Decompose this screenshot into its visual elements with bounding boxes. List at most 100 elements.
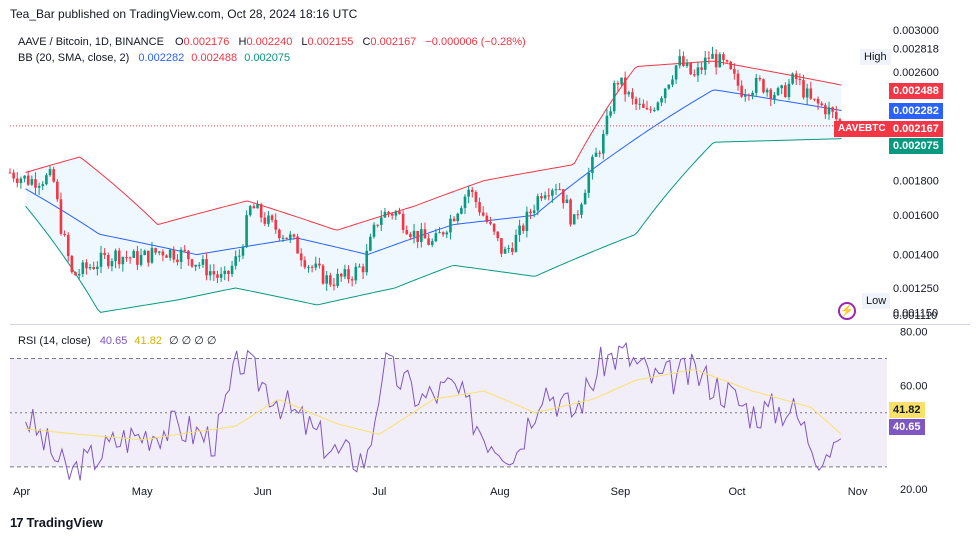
- candle-body: [656, 102, 660, 111]
- candle-body: [685, 62, 689, 66]
- candle-body: [605, 115, 609, 135]
- pane-divider[interactable]: [10, 324, 970, 325]
- candle-body: [485, 215, 489, 222]
- candle-body: [19, 178, 23, 184]
- candle-body: [420, 229, 423, 242]
- candle-body: [336, 273, 339, 286]
- rsi-axis-label: 60.00: [900, 381, 928, 393]
- candle-body: [165, 255, 168, 258]
- candle-body: [489, 221, 492, 224]
- candle-body: [310, 266, 314, 268]
- flash-icon[interactable]: ⚡: [838, 302, 856, 320]
- candle-body: [99, 252, 103, 267]
- bb-basis-value: 0.002282: [138, 52, 185, 64]
- candle-body: [660, 98, 663, 103]
- candle-body: [598, 152, 601, 154]
- candle-body: [339, 273, 343, 277]
- candle-body: [743, 94, 747, 97]
- candle-body: [376, 224, 379, 226]
- open-label: O: [174, 36, 184, 48]
- candle-body: [547, 195, 551, 197]
- candle-body: [416, 230, 419, 242]
- candle-body: [267, 215, 270, 224]
- rsi-value: 40.65: [99, 335, 128, 347]
- candle-body: [77, 273, 81, 276]
- candle-body: [551, 190, 554, 196]
- chart-canvas[interactable]: 0.003000 0.002818 0.002600 0.001800 0.001600…: [0, 0, 980, 541]
- bb-label[interactable]: BB (20, SMA, close, 2): [18, 52, 129, 64]
- candle-body: [667, 84, 671, 89]
- candle-body: [521, 225, 525, 231]
- candle-body: [703, 57, 707, 70]
- candle-body: [106, 254, 110, 267]
- candle-body: [729, 61, 733, 70]
- candle-body: [387, 211, 390, 214]
- candle-body: [576, 214, 580, 216]
- candle-body: [205, 259, 208, 276]
- high-value: 0.002240: [246, 36, 293, 48]
- price-axis-label: 0.002818: [893, 43, 939, 55]
- candle-body: [532, 210, 536, 214]
- candle-body: [117, 250, 121, 265]
- candle-body: [139, 255, 143, 265]
- price-axis-label: 0.001400: [893, 250, 939, 262]
- candle-body: [623, 77, 627, 95]
- time-axis-label: Nov: [848, 486, 868, 498]
- candle-body: [365, 250, 369, 273]
- candle-body: [561, 189, 565, 204]
- footer-brand[interactable]: 17 TradingView: [10, 515, 103, 530]
- candle-body: [463, 196, 467, 209]
- candle-body: [201, 259, 205, 265]
- candle-body: [128, 257, 132, 259]
- price-axis-label: 0.001250: [893, 283, 939, 295]
- candle-body: [780, 85, 783, 89]
- candle-body: [736, 73, 740, 86]
- candle-body: [48, 169, 52, 176]
- candle-body: [45, 175, 48, 185]
- bb-lower-value: 0.002075: [244, 52, 291, 64]
- time-axis-label: Jul: [372, 486, 386, 498]
- candle-body: [543, 195, 547, 199]
- candle-body: [423, 229, 427, 239]
- candle-body: [511, 248, 514, 252]
- candle-body: [296, 236, 299, 254]
- candle-body: [481, 212, 485, 216]
- candle-body: [179, 249, 183, 263]
- candle-body: [394, 211, 398, 216]
- time-axis-label: Sep: [611, 486, 631, 498]
- candle-body: [809, 88, 813, 99]
- candle-body: [379, 217, 383, 225]
- candle-body: [288, 234, 292, 239]
- candle-body: [227, 270, 230, 275]
- candle-body: [631, 92, 634, 99]
- time-axis-label: Aug: [490, 486, 510, 498]
- candle-body: [383, 211, 387, 218]
- candle-body: [616, 82, 620, 85]
- candle-body: [329, 275, 332, 285]
- candle-body: [773, 94, 776, 100]
- candle-body: [449, 218, 452, 233]
- candle-body: [303, 260, 307, 268]
- candle-body: [503, 248, 507, 254]
- candle-body: [674, 65, 678, 80]
- candle-body: [343, 269, 347, 277]
- rsi-axis-label: 20.00: [900, 484, 928, 496]
- price-axis-label: 0.003000: [893, 25, 939, 37]
- rsi-label[interactable]: RSI (14, close): [18, 335, 91, 347]
- candle-body: [583, 192, 587, 205]
- close-value: 0.002167: [370, 36, 417, 48]
- candle-body: [259, 204, 263, 218]
- candle-body: [427, 238, 430, 245]
- candle-body: [820, 103, 824, 106]
- symbol-title[interactable]: AAVE / Bitcoin, 1D, BINANCE: [18, 36, 164, 48]
- candle-body: [558, 189, 561, 191]
- candle-body: [707, 57, 711, 59]
- candle-body: [438, 232, 441, 234]
- candle-body: [12, 172, 15, 179]
- price-axis-label: 0.001600: [893, 210, 939, 222]
- candle-body: [230, 265, 234, 275]
- candle-body: [591, 156, 594, 173]
- high-tag-label: High: [860, 49, 891, 65]
- candle-body: [540, 196, 543, 199]
- candle-body: [219, 273, 223, 278]
